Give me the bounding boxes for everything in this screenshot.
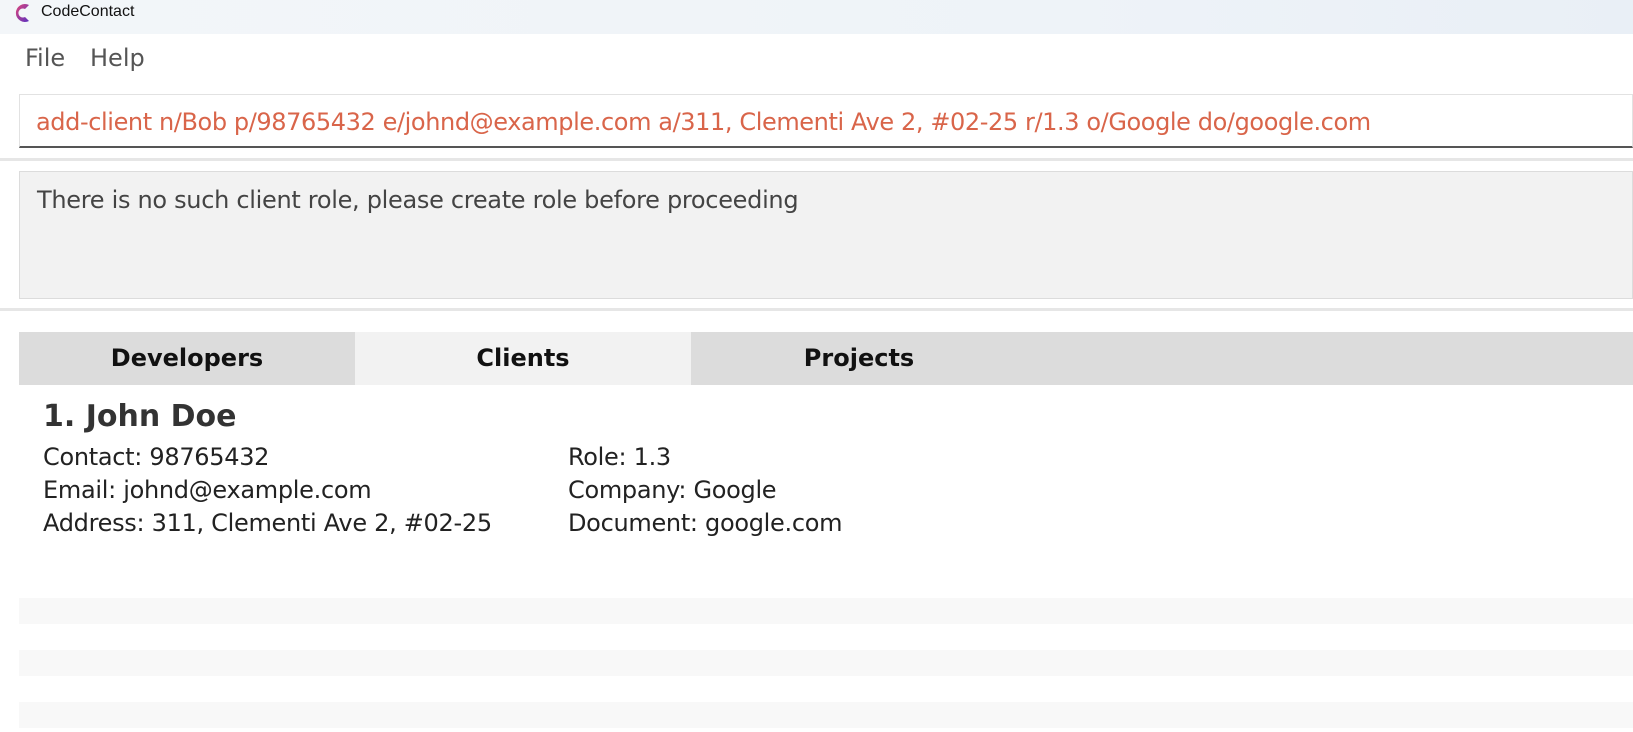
empty-list-row xyxy=(19,598,1633,624)
client-contact: Contact: 98765432 xyxy=(43,443,270,471)
client-name: 1. John Doe xyxy=(43,399,237,434)
tab-developers[interactable]: Developers xyxy=(19,332,355,385)
empty-list-row xyxy=(19,650,1633,676)
menu-help[interactable]: Help xyxy=(90,44,145,72)
tab-clients[interactable]: Clients xyxy=(355,332,691,385)
menu-file[interactable]: File xyxy=(25,44,65,72)
command-area: add-client n/Bob p/98765432 e/johnd@exam… xyxy=(0,86,1633,161)
tab-projects[interactable]: Projects xyxy=(691,332,1027,385)
client-document: Document: google.com xyxy=(568,509,843,537)
result-message: There is no such client role, please cre… xyxy=(37,186,799,214)
codecontact-logo-icon xyxy=(15,4,29,22)
title-bar[interactable]: CodeContact xyxy=(0,0,1633,34)
command-input-text: add-client n/Bob p/98765432 e/johnd@exam… xyxy=(36,108,1371,136)
result-display[interactable]: There is no such client role, please cre… xyxy=(19,171,1633,299)
client-company: Company: Google xyxy=(568,476,777,504)
client-card[interactable]: 1. John Doe Contact: 98765432 Email: joh… xyxy=(19,385,1633,595)
client-address: Address: 311, Clementi Ave 2, #02-25 xyxy=(43,509,492,537)
empty-list-row xyxy=(19,702,1633,728)
window-title: CodeContact xyxy=(41,3,135,20)
client-role: Role: 1.3 xyxy=(568,443,671,471)
result-area: There is no such client role, please cre… xyxy=(0,161,1633,311)
command-input[interactable]: add-client n/Bob p/98765432 e/johnd@exam… xyxy=(19,94,1633,148)
tab-bar: Developers Clients Projects xyxy=(19,332,1633,385)
client-email: Email: johnd@example.com xyxy=(43,476,372,504)
menu-bar: File Help xyxy=(0,34,1633,88)
